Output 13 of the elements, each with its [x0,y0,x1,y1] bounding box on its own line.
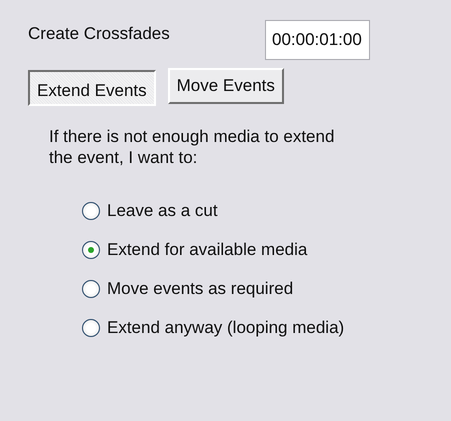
mode-tab[interactable]: Move Events [168,68,284,104]
crossfade-label: Create Crossfades [28,24,171,44]
crossfade-duration-field[interactable]: 00:00:01:00 [265,20,370,60]
radio-button[interactable] [82,202,100,220]
radio-button[interactable] [82,241,100,259]
option-label[interactable]: Extend for available media [107,240,308,260]
radio-button[interactable] [82,280,100,298]
instructions-text: If there is not enough media to extend the event, I want to: [49,126,336,168]
option-label[interactable]: Extend anyway (looping media) [107,318,344,338]
mode-tab[interactable]: Extend Events [28,70,156,106]
option-label[interactable]: Move events as required [107,279,294,299]
option-label[interactable]: Leave as a cut [107,201,218,221]
radio-button[interactable] [82,319,100,337]
